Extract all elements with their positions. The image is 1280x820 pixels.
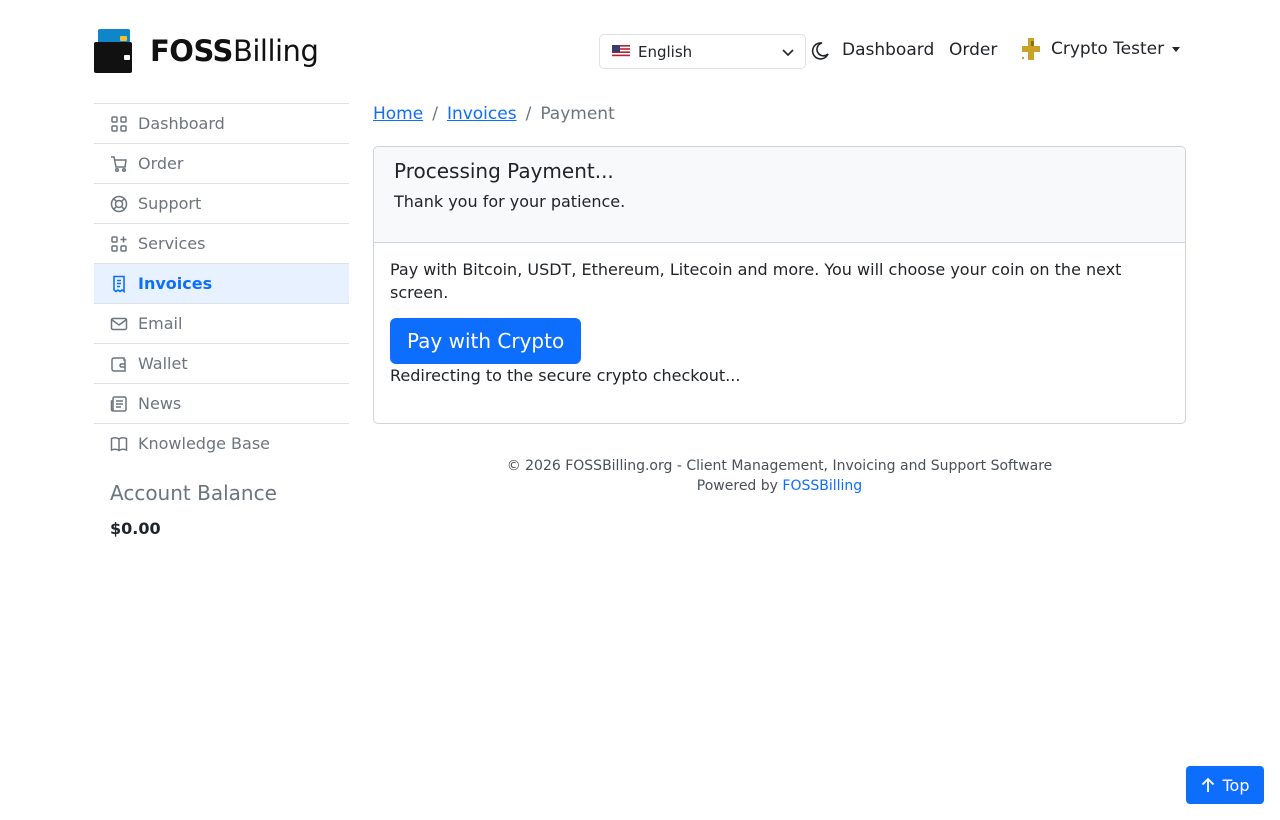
- sidebar-item-label: Services: [138, 234, 206, 253]
- sidebar-item-services[interactable]: Services: [94, 223, 349, 263]
- language-value: English: [638, 42, 693, 61]
- caret-down-icon: [1172, 46, 1181, 52]
- sidebar-item-wallet[interactable]: Wallet: [94, 343, 349, 383]
- top-button-label: Top: [1222, 775, 1250, 795]
- news-icon: [110, 395, 128, 413]
- sidebar-item-invoices[interactable]: Invoices: [94, 263, 349, 303]
- sidebar-item-dashboard[interactable]: Dashboard: [94, 103, 349, 143]
- chevron-down-icon: [782, 49, 794, 57]
- header-link-order[interactable]: Order: [949, 40, 997, 60]
- card-subtitle: Thank you for your patience.: [394, 192, 626, 211]
- redirect-message: Redirecting to the secure crypto checkou…: [390, 366, 741, 385]
- back-to-top-button[interactable]: Top: [1186, 766, 1264, 804]
- breadcrumb-invoices-link[interactable]: Invoices: [447, 104, 517, 124]
- sidebar-item-email[interactable]: Email: [94, 303, 349, 343]
- sidebar-item-label: Dashboard: [138, 114, 225, 133]
- us-flag-icon: [612, 45, 630, 58]
- mail-icon: [110, 315, 128, 333]
- balance-title: Account Balance: [110, 481, 277, 505]
- breadcrumb-current: Payment: [540, 104, 615, 124]
- dashboard-icon: [110, 115, 128, 133]
- user-name: Crypto Tester: [1051, 39, 1165, 59]
- breadcrumb-home-link[interactable]: Home: [373, 104, 423, 124]
- footer-copyright: © 2026 FOSSBilling.org - Client Manageme…: [506, 458, 1053, 474]
- sidebar-item-label: Order: [138, 154, 184, 173]
- brand-logo[interactable]: FOSSBilling: [94, 29, 319, 73]
- cart-icon: [110, 155, 128, 173]
- breadcrumb-separator: /: [432, 104, 438, 124]
- sidebar: Dashboard Order Support Services Invoice…: [94, 103, 349, 538]
- avatar-icon: [1022, 38, 1040, 60]
- card-body: Pay with Bitcoin, USDT, Ethereum, Liteco…: [374, 243, 1185, 400]
- wallet-logo-icon: [94, 29, 132, 73]
- account-balance: Account Balance $0.00: [94, 481, 349, 538]
- brand-name-light: Billing: [232, 34, 319, 68]
- header-link-dashboard[interactable]: Dashboard: [842, 40, 934, 60]
- apps-icon: [110, 235, 128, 253]
- sidebar-item-label: Knowledge Base: [138, 434, 270, 453]
- theme-toggle-button[interactable]: [810, 41, 830, 65]
- moon-icon: [811, 42, 829, 60]
- arrow-up-icon: [1201, 777, 1214, 792]
- payment-description: Pay with Bitcoin, USDT, Ethereum, Liteco…: [390, 260, 1122, 302]
- fossbilling-link[interactable]: FOSSBilling: [782, 478, 862, 494]
- pay-with-crypto-button[interactable]: Pay with Crypto: [390, 318, 582, 364]
- language-select[interactable]: English: [599, 34, 806, 69]
- footer-powered-by: Powered by FOSSBilling: [373, 476, 1186, 496]
- sidebar-item-label: Support: [138, 194, 202, 213]
- sidebar-item-label: Email: [138, 314, 183, 333]
- sidebar-item-knowledge-base[interactable]: Knowledge Base: [94, 423, 349, 463]
- card-header: Processing Payment... Thank you for your…: [374, 147, 1185, 243]
- sidebar-item-label: Wallet: [138, 354, 188, 373]
- receipt-icon: [110, 275, 128, 293]
- sidebar-item-support[interactable]: Support: [94, 183, 349, 223]
- breadcrumb-separator: /: [525, 104, 532, 124]
- balance-amount: $0.00: [110, 519, 161, 538]
- sidebar-item-label: News: [138, 394, 182, 413]
- powered-prefix: Powered by: [696, 478, 778, 494]
- wallet-icon: [110, 355, 128, 373]
- user-menu[interactable]: Crypto Tester: [1020, 38, 1181, 60]
- sidebar-item-news[interactable]: News: [94, 383, 349, 423]
- card-title: Processing Payment...: [394, 159, 614, 183]
- payment-card: Processing Payment... Thank you for your…: [373, 146, 1186, 424]
- sidebar-item-order[interactable]: Order: [94, 143, 349, 183]
- book-icon: [110, 435, 128, 453]
- brand-name-bold: FOSS: [150, 34, 233, 68]
- footer: © 2026 FOSSBilling.org - Client Manageme…: [373, 456, 1186, 496]
- breadcrumb: Home / Invoices / Payment: [373, 104, 615, 124]
- lifebuoy-icon: [110, 195, 128, 213]
- sidebar-item-label: Invoices: [138, 274, 213, 293]
